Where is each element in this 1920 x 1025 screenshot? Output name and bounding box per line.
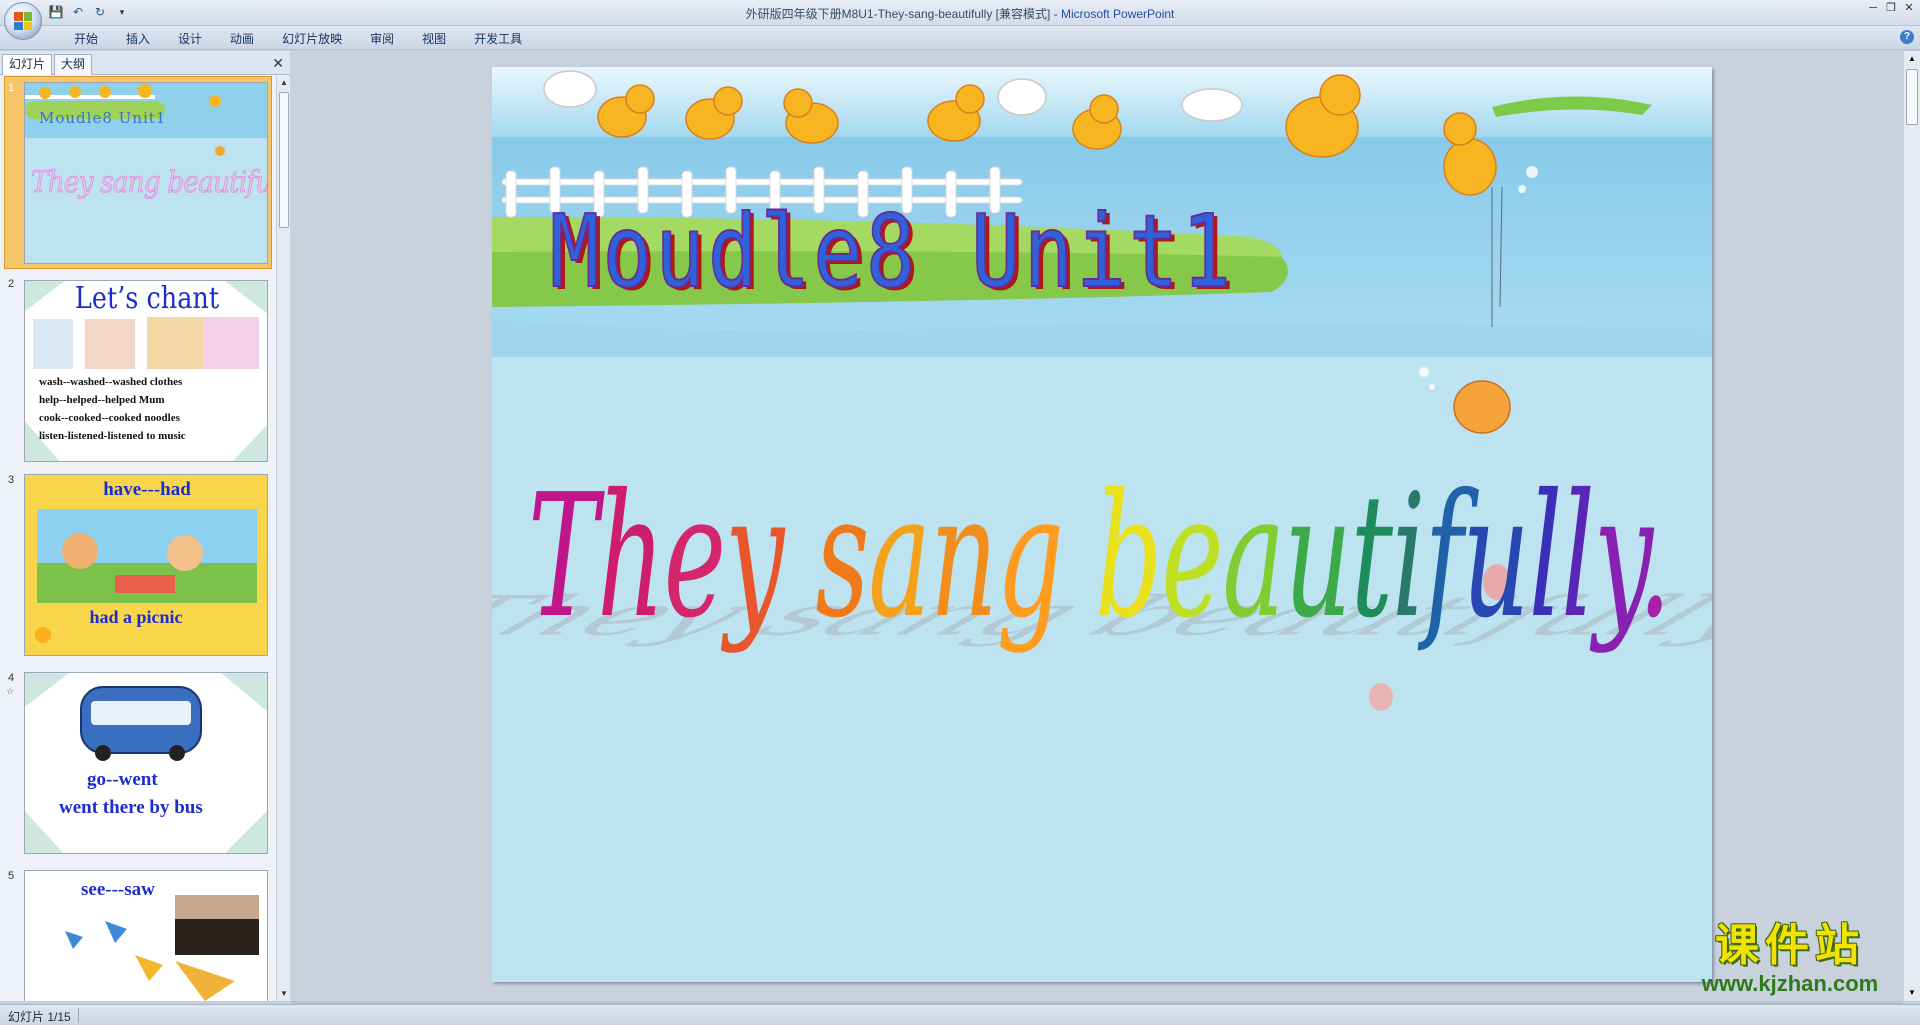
subtitle-word: sang [815,458,1064,656]
subtitle-word: They [528,458,784,656]
thumb2-title: Let’s chant [74,281,220,316]
office-button[interactable] [4,2,42,40]
thumb4-title: go--went [87,769,158,790]
chant-line: wash--washed--washed clothes [39,376,183,388]
tab-home[interactable]: 开始 [60,30,112,48]
tab-animations[interactable]: 动画 [216,30,268,48]
scroll-down-icon[interactable]: ▼ [277,987,291,1001]
main-scrollbar[interactable]: ▲ ▼ [1903,51,1920,1001]
thumb3-caption: had a picnic [89,607,183,627]
chant-line: listen-listened-listened to music [39,430,186,442]
tab-design[interactable]: 设计 [164,30,216,48]
tab-slides[interactable]: 幻灯片 [2,54,53,75]
thumb4-art [25,673,267,853]
ribbon-tabs: 开始 插入 设计 动画 幻灯片放映 审阅 视图 开发工具 [60,30,536,48]
scrollbar-thumb[interactable] [279,92,289,228]
window-controls: ─ ❐ ✕ [1866,2,1916,14]
window-title: 外研版四年级下册M8U1-They-sang-beautifully [兼容模式… [0,5,1920,22]
title-bar: 💾 ↶ ↻ ▾ 外研版四年级下册M8U1-They-sang-beautiful… [0,0,1920,40]
main-slide[interactable]: Moudle8 Unit1 They sang beautifully. The… [492,67,1712,982]
close-panel-icon[interactable]: ✕ [272,55,284,72]
tab-insert[interactable]: 插入 [112,30,164,48]
thumbnail-item[interactable]: 4 ☆ go--went went there by bus [0,668,276,858]
thumbnail-slide-2[interactable]: Let’s chant wash--washed--washed clothes… [24,280,268,462]
thumbnail-slide-4[interactable]: go--went went there by bus [24,672,268,854]
slide-title[interactable]: Moudle8 Unit1 [549,196,1234,308]
status-separator [78,1008,79,1023]
ribbon: 开始 插入 设计 动画 幻灯片放映 审阅 视图 开发工具 ? [0,26,1920,50]
thumbnail-item[interactable]: 3 have---had had a picnic [0,470,276,660]
main-scroll-up-icon[interactable]: ▲ [1904,51,1920,67]
thumbnail-number: 3 [8,474,15,486]
thumb2-lines: wash--washed--washed clothes help--helpe… [39,373,186,445]
tab-view[interactable]: 视图 [408,30,460,48]
tab-outline[interactable]: 大纲 [54,54,93,75]
main-scrollbar-thumb[interactable] [1906,69,1918,125]
subtitle-word: beautifully. [1095,458,1671,656]
minimize-icon[interactable]: ─ [1866,2,1880,14]
tab-review[interactable]: 审阅 [356,30,408,48]
thumbnail-number: 5 [8,870,15,882]
status-bar: 幻灯片 1/15 [0,1004,1920,1025]
office-logo-icon [14,12,32,30]
document-title: 外研版四年级下册M8U1-They-sang-beautifully [兼容模式… [745,7,1051,21]
panel-tabs: 幻灯片 大纲 ✕ [0,51,290,75]
thumb4-caption: went there by bus [59,797,203,818]
thumbnail-item[interactable]: 2 Let’s chant wash--washed--washed cloth… [0,274,276,462]
app-name: Microsoft PowerPoint [1061,7,1175,21]
help-icon[interactable]: ? [1900,30,1914,44]
thumbnail-slide-1[interactable]: Moudle8 Unit1 They sang beautifully. [24,82,268,264]
thumb1-subtitle: They sang beautifully. [31,165,267,201]
thumb3-title: have---had [103,479,191,500]
slides-panel: 幻灯片 大纲 ✕ 1 Moudle8 Unit1 They sang beaut… [0,51,290,1001]
watermark-url: www.kjzhan.com [1701,971,1879,996]
thumbnail-slide-5[interactable]: see---saw [24,870,268,1001]
title-separator: - [1050,7,1062,21]
thumbnail-list: 1 Moudle8 Unit1 They sang beautifully. [0,76,276,1001]
tab-developer[interactable]: 开发工具 [460,30,536,48]
close-icon[interactable]: ✕ [1902,2,1916,14]
restore-icon[interactable]: ❐ [1884,2,1898,14]
slide-count: 幻灯片 1/15 [8,1010,71,1024]
thumb3-art [35,509,257,643]
thumbnail-number: 1 [8,82,15,94]
thumbnail-number: 2 [8,278,15,290]
slide-subtitle[interactable]: They sang beautifully. [528,467,1671,647]
thumb1-title: Moudle8 Unit1 [39,109,167,127]
animation-star-icon: ☆ [6,686,15,696]
thumbnail-number: 4 [8,672,15,684]
thumb5-title: see---saw [81,879,155,900]
thumbnail-slide-3[interactable]: have---had had a picnic [24,474,268,656]
watermark-logo: 课件站 www.kjzhan.com [1670,920,1910,996]
thumbnail-item[interactable]: 1 Moudle8 Unit1 They sang beautifully. [0,76,276,273]
tab-slideshow[interactable]: 幻灯片放映 [268,30,356,48]
thumbnail-item[interactable]: 5 see---saw [0,866,276,1001]
scroll-up-icon[interactable]: ▲ [277,76,291,90]
chant-line: cook--cooked--cooked noodles [39,412,180,424]
watermark-cn: 课件站 [1715,920,1865,971]
chant-line: help--helped--helped Mum [39,394,165,406]
panel-scrollbar[interactable]: ▲ ▼ [276,76,290,1001]
